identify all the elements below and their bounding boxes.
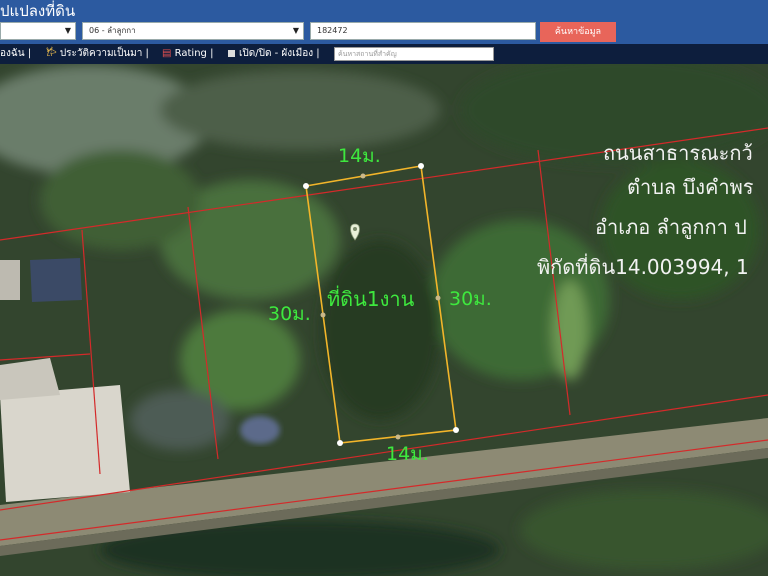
info-district: อำเภอ ลำลูกกา ป	[595, 215, 747, 240]
dim-label-left: 30ม.	[268, 303, 311, 325]
blue-object	[240, 416, 280, 444]
toolbar-rating-label: Rating	[174, 48, 207, 59]
district-select[interactable]: 06 - ลำลูกกา ▼	[82, 22, 304, 40]
parcel-number-input[interactable]: 182472	[310, 22, 536, 40]
toolbar-zoning-label: เปิด/ปิด - ผังเมือง	[239, 48, 314, 59]
top-bar: ปแปลงที่ดิน ▼ 06 - ลำลูกกา ▼ 182472 ค้นห…	[0, 0, 768, 44]
building-roof	[0, 385, 130, 502]
blue-roof	[30, 258, 82, 302]
page-title: ปแปลงที่ดิน	[0, 2, 76, 20]
toolbar-my-location-label: องฉัน	[0, 48, 25, 59]
satellite-map[interactable]: 14ม. 14ม. 30ม. 30ม. ที่ดิน1งาน ถนนสาธารณ…	[0, 64, 768, 576]
chevron-down-icon: ▼	[64, 26, 71, 35]
small-structure	[0, 260, 20, 300]
dim-label-top: 14ม.	[338, 145, 381, 167]
chart-icon: ▤	[162, 48, 172, 59]
dim-label-right: 30ม.	[449, 288, 492, 310]
search-button[interactable]: ค้นหาข้อมูล	[540, 22, 616, 42]
map-canvas: 14ม. 14ม. 30ม. 30ม. ที่ดิน1งาน ถนนสาธารณ…	[0, 64, 768, 576]
district-select-value: 06 - ลำลูกกา	[89, 26, 136, 35]
dim-label-bottom: 14ม.	[386, 443, 429, 465]
province-select[interactable]: ▼	[0, 22, 76, 40]
landmark-search-input[interactable]: ค้นหาสถานที่สำคัญ	[334, 47, 494, 61]
toolbar-history-label: ประวัติความเป็นมา	[59, 48, 143, 59]
toolbar-history[interactable]: 𐂂 ประวัติความเป็นมา |	[46, 44, 149, 64]
building-roof-2	[0, 358, 60, 400]
toolbar-my-location[interactable]: องฉัน |	[0, 44, 31, 64]
chevron-down-icon: ▼	[292, 26, 299, 35]
info-coordinates: พิกัดที่ดิน14.003994, 1	[537, 253, 749, 279]
checkbox-icon	[228, 49, 235, 57]
plot-area-label: ที่ดิน1งาน	[327, 285, 415, 311]
parcel-number-value: 182472	[317, 26, 348, 35]
toolbar-zoning-toggle[interactable]: เปิด/ปิด - ผังเมือง |	[228, 44, 320, 64]
toolbar-rating[interactable]: ▤ Rating |	[162, 44, 213, 64]
info-road-width: ถนนสาธารณะกว้	[603, 141, 753, 165]
pin-icon: 𐂂	[46, 48, 57, 59]
info-subdistrict: ตำบล บึงคำพร	[627, 175, 754, 199]
